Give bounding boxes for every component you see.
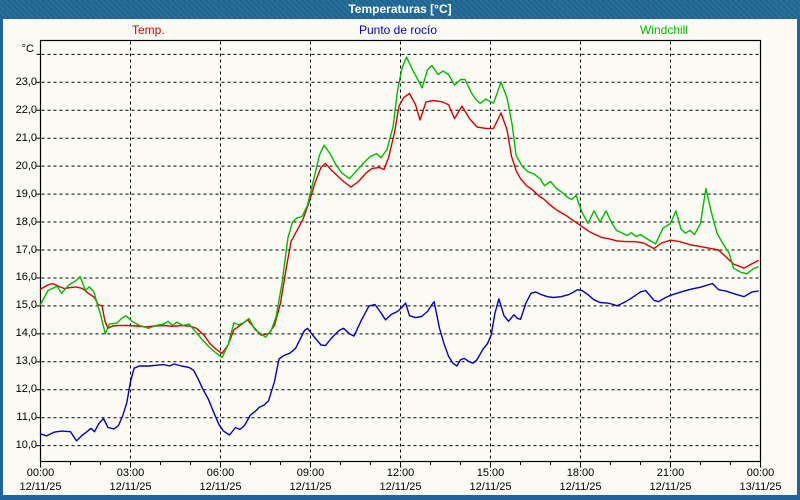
temperature-chart <box>0 0 800 500</box>
x-axis-tick-date: 12/11/25 <box>366 480 436 494</box>
x-axis-tick-date: 12/11/25 <box>636 480 706 494</box>
y-axis-tick-label: 21,0 <box>0 132 37 145</box>
y-axis-tick-label: 19,0 <box>0 188 37 201</box>
x-axis-tick-date: 12/11/25 <box>276 480 346 494</box>
series-line-windchill <box>41 57 759 358</box>
app-window: Temperaturas [°C] Temp. Punto de rocío W… <box>0 0 800 500</box>
y-axis-tick-label: 15,0 <box>0 299 37 312</box>
x-axis-tick-label: 03:0012/11/25 <box>96 466 166 494</box>
y-axis-tick-label: 17,0 <box>0 244 37 257</box>
y-axis-tick-label: 23,0 <box>0 76 37 89</box>
y-axis-tick-label: 13,0 <box>0 355 37 368</box>
x-axis-tick-label: 18:0012/11/25 <box>546 466 616 494</box>
x-axis-tick-label: 21:0012/11/25 <box>636 466 706 494</box>
x-axis-tick-label: 15:0012/11/25 <box>456 466 526 494</box>
x-axis-tick-time: 09:00 <box>276 466 346 480</box>
y-axis-tick-label: 12,0 <box>0 383 37 396</box>
x-axis-tick-label: 12:0012/11/25 <box>366 466 436 494</box>
y-axis-tick-label: 10,0 <box>0 439 37 452</box>
x-axis-tick-label: 00:0013/11/25 <box>726 466 796 494</box>
x-axis-tick-label: 09:0012/11/25 <box>276 466 346 494</box>
series-line-temp <box>41 94 759 354</box>
y-axis-tick-label: 18,0 <box>0 216 37 229</box>
x-axis-tick-time: 12:00 <box>366 466 436 480</box>
window-border-bottom <box>0 495 800 500</box>
y-axis-tick-label: 11,0 <box>0 411 37 424</box>
x-axis-tick-time: 03:00 <box>96 466 166 480</box>
x-axis-tick-time: 00:00 <box>726 466 796 480</box>
x-axis-tick-date: 12/11/25 <box>6 480 76 494</box>
x-axis-tick-date: 12/11/25 <box>546 480 616 494</box>
window-border-left <box>0 19 3 500</box>
x-axis-tick-time: 00:00 <box>6 466 76 480</box>
x-axis-tick-label: 00:0012/11/25 <box>6 466 76 494</box>
x-axis-tick-date: 12/11/25 <box>456 480 526 494</box>
x-axis-tick-label: 06:0012/11/25 <box>186 466 256 494</box>
y-axis-tick-label: 22,0 <box>0 104 37 117</box>
y-axis-tick-label: 20,0 <box>0 160 37 173</box>
x-axis-tick-date: 13/11/25 <box>726 480 796 494</box>
y-axis-tick-label: 16,0 <box>0 271 37 284</box>
x-axis-tick-date: 12/11/25 <box>186 480 256 494</box>
y-axis-tick-label: 14,0 <box>0 327 37 340</box>
x-axis-tick-time: 15:00 <box>456 466 526 480</box>
x-axis-tick-time: 21:00 <box>636 466 706 480</box>
x-axis-tick-time: 18:00 <box>546 466 616 480</box>
x-axis-tick-date: 12/11/25 <box>96 480 166 494</box>
x-axis-tick-time: 06:00 <box>186 466 256 480</box>
